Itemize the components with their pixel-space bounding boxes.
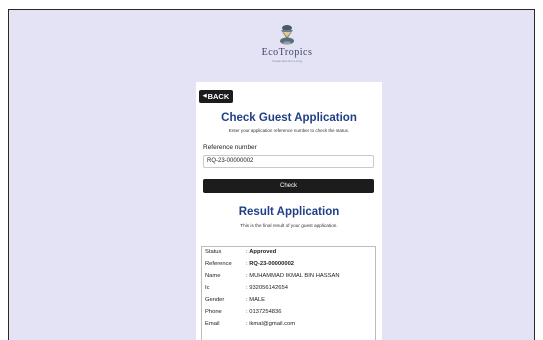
result-row-gender: Gender: MALE — [205, 297, 266, 303]
result-label: Phone — [205, 309, 222, 315]
result-value: MUHAMMAD IKMAL BIN HASSAN — [249, 273, 340, 279]
check-application-card: ◀ BACK Check Guest Application Enter you… — [196, 82, 382, 340]
reference-number-input[interactable]: RQ-23-00000002 — [203, 155, 374, 168]
result-value: 932056142654 — [249, 285, 288, 291]
result-value: Approved — [249, 249, 277, 255]
page-subtitle: Enter your application reference number … — [228, 128, 350, 133]
result-label: Gender — [205, 297, 225, 303]
brand-name: EcoTropics — [261, 47, 313, 58]
result-row-email: Email: ikmal@gmail.com — [205, 321, 296, 327]
result-label: Name — [205, 273, 221, 279]
result-details-box[interactable]: Status: Approved Reference: RQ-23-000000… — [201, 246, 376, 340]
result-title: Result Application — [238, 206, 340, 218]
brand-tagline: Sustainable Eco Living — [271, 59, 303, 63]
result-subtitle: This is the final result of your guest a… — [240, 223, 338, 228]
result-value: RQ-23-00000002 — [249, 261, 295, 267]
back-button-label: BACK — [207, 92, 230, 101]
back-button[interactable]: ◀ BACK — [199, 90, 233, 103]
result-value: ikmal@gmail.com — [249, 321, 296, 327]
result-row-reference: Reference: RQ-23-00000002 — [205, 261, 295, 267]
back-arrow-icon: ◀ — [202, 93, 207, 99]
result-row-name: Name: MUHAMMAD IKMAL BIN HASSAN — [205, 273, 340, 279]
page-title: Check Guest Application — [221, 112, 357, 124]
ecotropics-logo: EcoTropics Sustainable Eco Living — [257, 24, 317, 76]
result-label: Status — [205, 249, 222, 255]
result-value: MALE — [249, 297, 266, 303]
result-row-phone: Phone: 0137254836 — [205, 309, 282, 315]
page-viewport: EcoTropics Sustainable Eco Living ◀ BACK… — [8, 9, 535, 340]
result-label: Reference — [205, 261, 232, 267]
ecotropics-emblem-icon — [280, 25, 294, 45]
reference-number-label: Reference number — [203, 144, 257, 151]
check-button[interactable]: Check — [203, 179, 374, 193]
result-label: Email — [205, 321, 220, 327]
result-value: 0137254836 — [249, 309, 282, 315]
result-label: Ic — [205, 285, 210, 291]
result-row-status: Status: Approved — [205, 249, 277, 255]
result-row-ic: Ic: 932056142654 — [205, 285, 288, 291]
